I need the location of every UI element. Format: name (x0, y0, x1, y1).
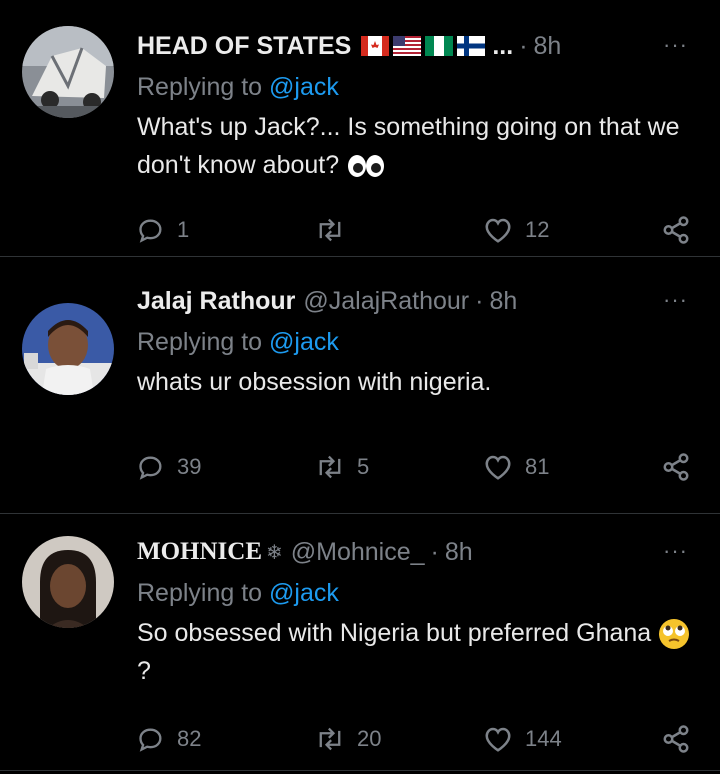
name-truncation: ... (492, 31, 514, 60)
mention-link[interactable]: @jack (269, 328, 339, 356)
heart-icon (485, 455, 511, 480)
canada-flag-icon (361, 36, 390, 56)
tweet-text-suffix: ? (137, 657, 151, 685)
reply-count: 1 (177, 217, 190, 242)
share-icon (663, 453, 689, 481)
heart-icon (485, 218, 511, 243)
timestamp[interactable]: 8h (445, 538, 473, 567)
share-icon (663, 725, 689, 753)
mention-link[interactable]: @jack (269, 579, 339, 607)
retweet-icon (319, 455, 341, 479)
heart-icon (485, 727, 511, 752)
retweet-count: 20 (357, 726, 382, 751)
tweet-text: What's up Jack?... Is something going on… (137, 108, 700, 184)
display-name[interactable]: MOHNICE (137, 538, 262, 566)
user-handle[interactable]: @JalajRathour (303, 287, 469, 316)
separator-dot: · (475, 286, 484, 315)
replying-to: Replying to @jack (137, 574, 700, 612)
reply-icon (139, 456, 162, 480)
replying-to: Replying to @jack (137, 323, 700, 361)
like-button[interactable]: 12 (483, 216, 549, 244)
usa-flag-icon (393, 36, 422, 56)
avatar[interactable] (22, 536, 114, 628)
tweet-text-content: What's up Jack?... Is something going on… (137, 113, 680, 179)
reply-icon (139, 219, 162, 243)
retweet-button[interactable]: 5 (315, 454, 369, 480)
retweet-button[interactable] (315, 217, 357, 243)
tweet-text: whats ur obsession with nigeria. (137, 368, 492, 396)
like-button[interactable]: 81 (483, 453, 549, 481)
reply-icon (139, 728, 162, 752)
tweet-text-content: So obsessed with Nigeria but preferred G… (137, 619, 652, 647)
nigeria-flag-icon (425, 36, 454, 56)
eye-roll-emoji (659, 619, 690, 650)
retweet-icon (319, 727, 341, 751)
finland-flag-icon (457, 36, 486, 56)
share-button[interactable] (661, 215, 691, 245)
timestamp[interactable]: 8h (534, 32, 562, 61)
flag-emojis: ... (361, 32, 513, 61)
mention-link[interactable]: @jack (269, 73, 339, 101)
tweet[interactable]: MOHNICE ❄ @Mohnice_ · 8h ··· Replying to… (0, 514, 720, 771)
share-icon (663, 216, 689, 244)
snowflake-icon: ❄ (266, 541, 283, 564)
replying-to-label: Replying to (137, 73, 263, 101)
more-options-icon[interactable]: ··· (663, 287, 688, 313)
retweet-button[interactable]: 20 (315, 726, 381, 752)
display-name[interactable]: HEAD OF STATES (137, 32, 351, 61)
tweet[interactable]: Jalaj Rathour @JalajRathour · 8h ··· Rep… (0, 257, 720, 514)
separator-dot: · (430, 537, 439, 566)
like-count: 12 (525, 217, 550, 242)
reply-button[interactable]: 82 (137, 725, 201, 753)
tweet-text: So obsessed with Nigeria but preferred G… (137, 614, 700, 690)
reply-count: 39 (177, 454, 202, 479)
replying-to-label: Replying to (137, 328, 263, 356)
like-count: 144 (525, 726, 562, 751)
more-options-icon[interactable]: ··· (663, 32, 688, 58)
share-button[interactable] (661, 452, 691, 482)
retweet-count: 5 (357, 454, 370, 479)
timestamp[interactable]: 8h (489, 287, 517, 316)
reply-button[interactable]: 1 (137, 216, 189, 244)
reply-count: 82 (177, 726, 202, 751)
reply-button[interactable]: 39 (137, 453, 201, 481)
tweet[interactable]: HEAD OF STATES ... · 8h ··· Replying to … (0, 0, 720, 257)
avatar[interactable] (22, 303, 114, 395)
replying-to-label: Replying to (137, 579, 263, 607)
replying-to: Replying to @jack (137, 68, 700, 106)
more-options-icon[interactable]: ··· (663, 538, 688, 564)
like-count: 81 (525, 454, 550, 479)
eyes-emoji (348, 155, 385, 178)
separator-dot: · (519, 31, 528, 60)
avatar[interactable] (22, 26, 114, 118)
retweet-icon (319, 218, 341, 242)
user-handle[interactable]: @Mohnice_ (291, 538, 425, 567)
like-button[interactable]: 144 (483, 725, 562, 753)
share-button[interactable] (661, 724, 691, 754)
display-name[interactable]: Jalaj Rathour (137, 287, 295, 316)
